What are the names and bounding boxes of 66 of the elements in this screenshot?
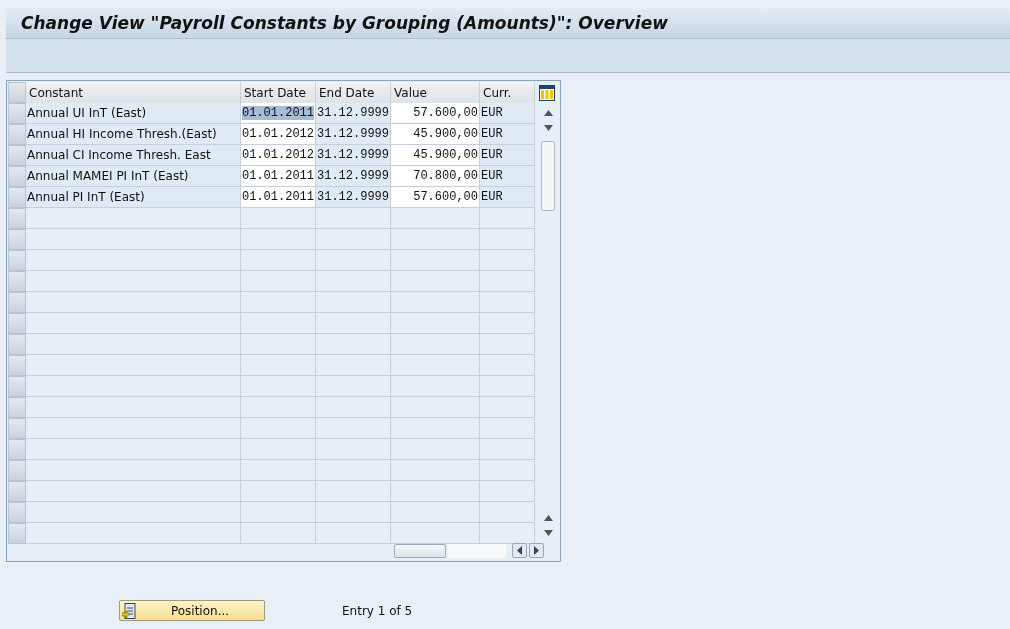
table-cell: 31.12.9999 — [316, 124, 391, 145]
table-cell: Annual HI Income Thresh.(East) — [26, 124, 241, 145]
row-selector[interactable] — [8, 481, 26, 502]
date-field[interactable]: 01.01.2011 — [241, 187, 316, 208]
row-selector[interactable] — [8, 229, 26, 250]
row-selector[interactable] — [8, 397, 26, 418]
column-header[interactable]: End Date — [316, 82, 391, 103]
row-selector[interactable] — [8, 124, 26, 145]
column-header[interactable]: Start Date — [241, 82, 316, 103]
date-field[interactable]: 01.01.2011 — [241, 166, 316, 187]
up-arrow-icon — [543, 109, 553, 116]
table-cell: Annual MAMEI PI InT (East) — [26, 166, 241, 187]
column-header[interactable]: Curr. — [480, 82, 535, 103]
table-cell: Annual UI InT (East) — [26, 103, 241, 124]
left-arrow-icon — [517, 546, 522, 555]
down-arrow-icon — [543, 124, 553, 131]
table-cell: Annual CI Income Thresh. East — [26, 145, 241, 166]
position-button[interactable]: Position... — [119, 600, 265, 621]
window-title: Change View "Payroll Constants by Grouping (Amounts)": Overview — [21, 13, 668, 33]
table-cell: EUR — [480, 187, 535, 208]
select-all-button[interactable] — [8, 82, 26, 103]
date-field[interactable]: 01.01.2012 — [241, 145, 316, 166]
value-field[interactable]: 57.600,00 — [391, 103, 480, 124]
table-cell: 31.12.9999 — [316, 145, 391, 166]
table-cell: EUR — [480, 166, 535, 187]
entry-info: Entry 1 of 5 — [342, 603, 413, 618]
table-cell: Annual PI InT (East) — [26, 187, 241, 208]
row-selector[interactable] — [8, 145, 26, 166]
row-selector[interactable] — [8, 313, 26, 334]
row-selector[interactable] — [8, 187, 26, 208]
table-cell: EUR — [480, 145, 535, 166]
column-header[interactable]: Value — [391, 82, 480, 103]
position-icon — [122, 602, 136, 619]
row-selector[interactable] — [8, 334, 26, 355]
scrollbar-thumb[interactable] — [541, 141, 555, 211]
scroll-right-button[interactable] — [529, 543, 544, 558]
row-selector[interactable] — [8, 271, 26, 292]
row-selector[interactable] — [8, 355, 26, 376]
table-cell: EUR — [480, 103, 535, 124]
table-cell: 31.12.9999 — [316, 103, 391, 124]
table-cell: EUR — [480, 124, 535, 145]
row-selector[interactable] — [8, 439, 26, 460]
value-field[interactable]: 45.900,00 — [391, 145, 480, 166]
table-cell: 31.12.9999 — [316, 166, 391, 187]
down-arrow-icon — [543, 529, 553, 536]
value-field[interactable]: 45.900,00 — [391, 124, 480, 145]
table-cell: 31.12.9999 — [316, 187, 391, 208]
value-field[interactable]: 70.800,00 — [391, 166, 480, 187]
row-selector[interactable] — [8, 103, 26, 124]
date-field[interactable]: 01.01.2011 — [241, 103, 316, 124]
row-selector[interactable] — [8, 208, 26, 229]
row-selector[interactable] — [8, 376, 26, 397]
row-selector[interactable] — [8, 418, 26, 439]
value-field[interactable]: 57.600,00 — [391, 187, 480, 208]
row-selector[interactable] — [8, 292, 26, 313]
right-arrow-icon — [534, 546, 539, 555]
row-selector[interactable] — [8, 523, 26, 544]
column-settings-icon[interactable] — [539, 84, 555, 101]
date-field[interactable]: 01.01.2012 — [241, 124, 316, 145]
row-selector[interactable] — [8, 166, 26, 187]
row-selector[interactable] — [8, 250, 26, 271]
row-selector[interactable] — [8, 502, 26, 523]
up-arrow-icon — [543, 514, 553, 521]
scroll-left-button[interactable] — [512, 543, 527, 558]
row-selector[interactable] — [8, 460, 26, 481]
column-header[interactable]: Constant — [26, 82, 241, 103]
